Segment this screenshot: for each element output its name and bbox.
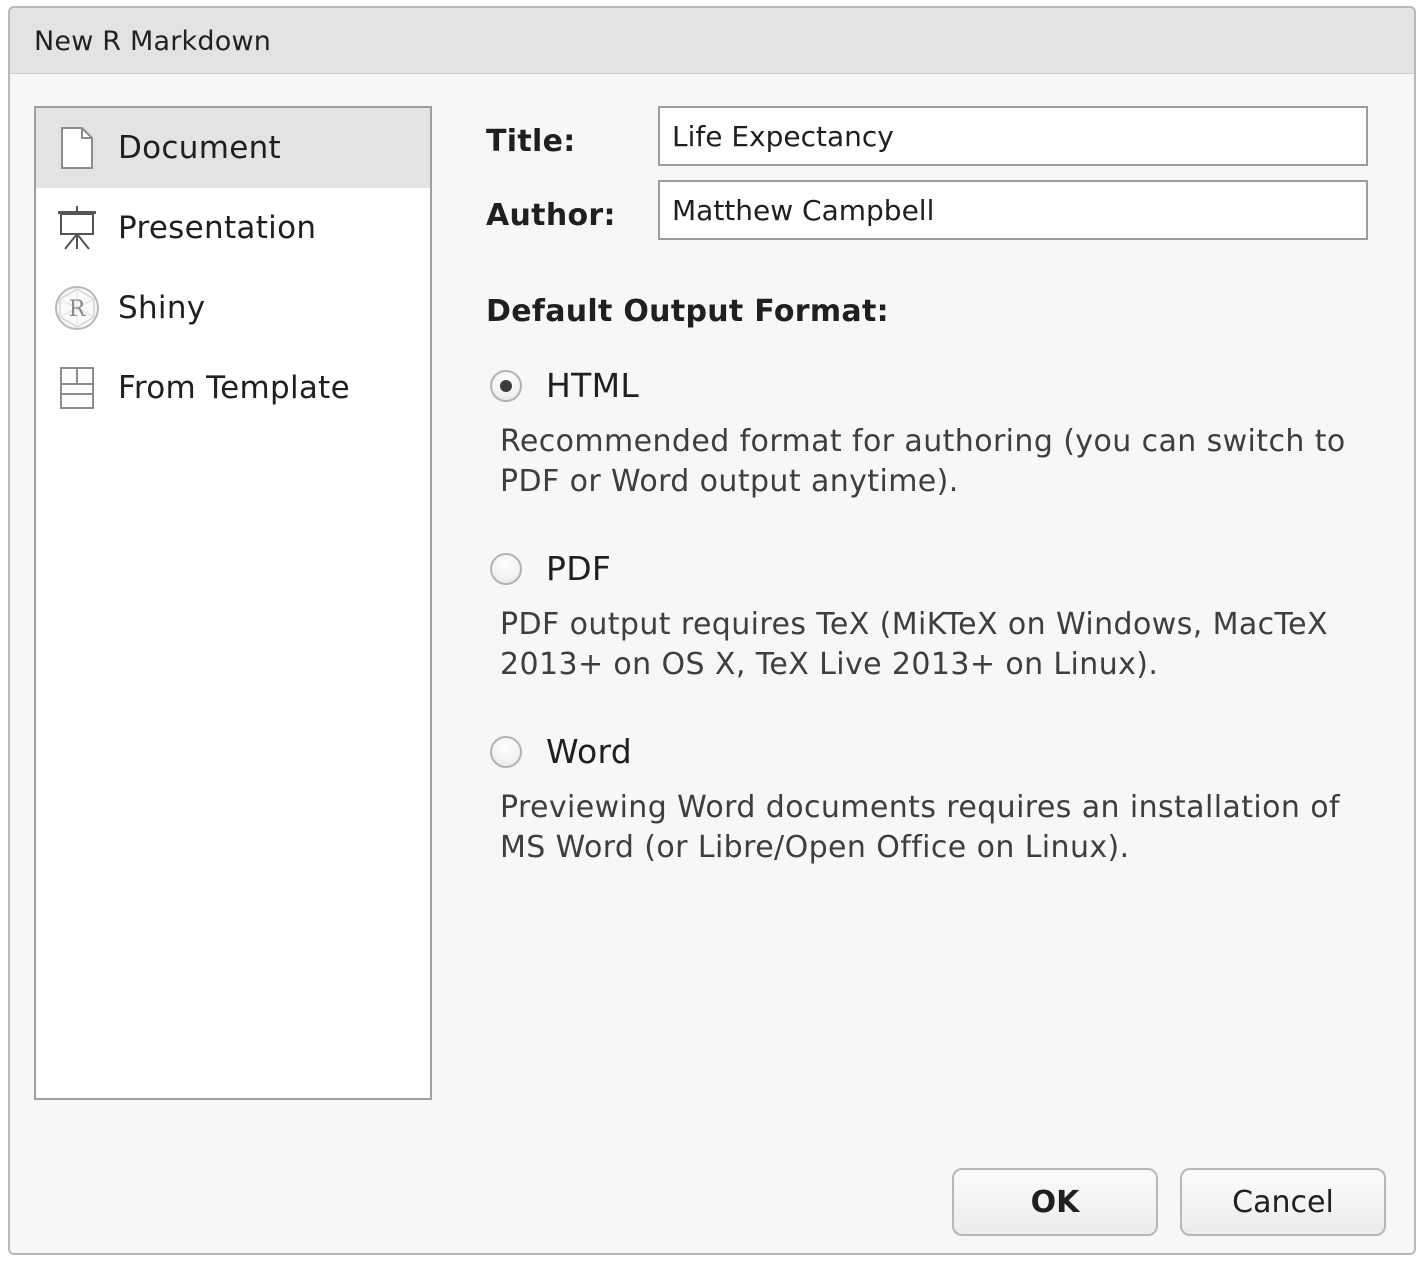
presentation-icon xyxy=(54,205,100,251)
pdf-format-description: PDF output requires TeX (MiKTeX on Windo… xyxy=(500,607,1328,682)
word-radio-label[interactable]: Word xyxy=(546,732,632,771)
word-radio-button[interactable] xyxy=(490,735,522,768)
sidebar-item-label: Document xyxy=(118,130,282,166)
radio-selected-dot xyxy=(500,379,512,392)
document-type-list: Document Presentation R Shiny From Templ… xyxy=(34,106,432,1100)
word-format-description: Previewing Word documents requires an in… xyxy=(500,790,1340,865)
dialog-title: New R Markdown xyxy=(34,26,272,57)
sidebar-item-label: From Template xyxy=(118,370,351,406)
pdf-radio-label[interactable]: PDF xyxy=(546,549,611,588)
sidebar-item-label: Presentation xyxy=(118,210,317,246)
title-input[interactable] xyxy=(658,106,1368,166)
cancel-button[interactable]: Cancel xyxy=(1180,1168,1386,1236)
document-icon xyxy=(54,125,100,171)
html-format-description: Recommended format for authoring (you ca… xyxy=(500,424,1346,499)
shiny-r-icon: R xyxy=(54,285,100,331)
template-icon xyxy=(54,365,100,411)
title-label: Title: xyxy=(486,124,576,159)
svg-text:R: R xyxy=(69,297,87,322)
sidebar-item-document[interactable]: Document xyxy=(36,108,430,188)
default-output-format-heading: Default Output Format: xyxy=(486,294,889,329)
format-option-pdf[interactable]: PDF xyxy=(490,549,611,588)
sidebar-item-label: Shiny xyxy=(118,290,206,326)
sidebar-item-from-template[interactable]: From Template xyxy=(36,348,430,428)
sidebar-item-presentation[interactable]: Presentation xyxy=(36,188,430,268)
format-option-html[interactable]: HTML xyxy=(490,366,639,405)
author-input[interactable] xyxy=(658,180,1368,240)
ok-button[interactable]: OK xyxy=(952,1168,1158,1236)
sidebar-item-shiny[interactable]: R Shiny xyxy=(36,268,430,348)
author-label: Author: xyxy=(486,198,616,233)
html-radio-button[interactable] xyxy=(490,369,522,402)
pdf-radio-button[interactable] xyxy=(490,552,522,585)
new-r-markdown-dialog: New R Markdown Document Presentation R S… xyxy=(8,6,1416,1255)
html-radio-label[interactable]: HTML xyxy=(546,366,639,405)
format-option-word[interactable]: Word xyxy=(490,732,632,771)
dialog-titlebar: New R Markdown xyxy=(10,8,1414,74)
